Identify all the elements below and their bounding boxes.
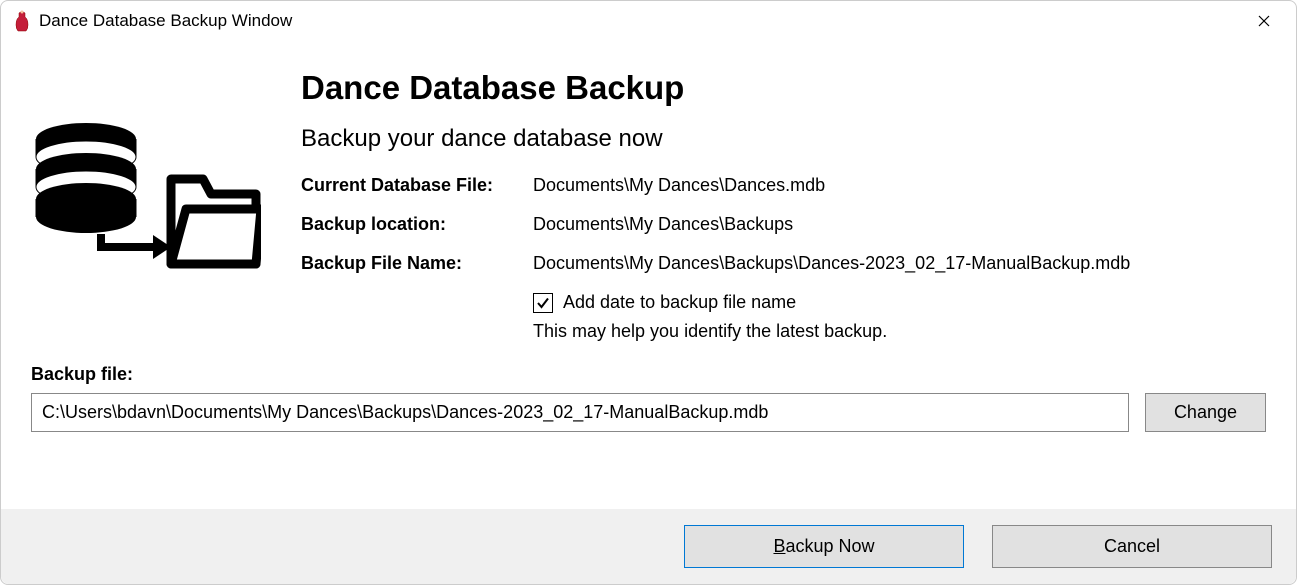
page-title: Dance Database Backup <box>301 69 1266 107</box>
backup-filename-row: Backup File Name: Documents\My Dances\Ba… <box>301 253 1266 274</box>
info-column: Dance Database Backup Backup your dance … <box>301 69 1266 342</box>
dialog-window: Dance Database Backup Window <box>0 0 1297 585</box>
add-date-checkbox[interactable] <box>533 293 553 313</box>
backup-now-rest: ackup Now <box>785 536 874 556</box>
cancel-button[interactable]: Cancel <box>992 525 1272 568</box>
add-date-checkbox-label: Add date to backup file name <box>563 292 796 313</box>
button-bar: Backup Now Cancel <box>1 509 1296 584</box>
backup-location-value: Documents\My Dances\Backups <box>533 214 1266 235</box>
backup-file-section: Backup file: Change <box>1 352 1296 438</box>
titlebar-left: Dance Database Backup Window <box>13 9 292 33</box>
current-db-label: Current Database File: <box>301 175 533 196</box>
current-db-value: Documents\My Dances\Dances.mdb <box>533 175 1266 196</box>
add-date-checkbox-row: Add date to backup file name <box>533 292 1266 313</box>
backup-file-input[interactable] <box>31 393 1129 432</box>
page-subtitle: Backup your dance database now <box>301 125 1266 153</box>
backup-filename-label: Backup File Name: <box>301 253 533 274</box>
close-icon <box>1258 15 1270 27</box>
titlebar: Dance Database Backup Window <box>1 1 1296 39</box>
backup-filename-value: Documents\My Dances\Backups\Dances-2023_… <box>533 253 1266 274</box>
backup-location-row: Backup location: Documents\My Dances\Bac… <box>301 214 1266 235</box>
backup-now-button[interactable]: Backup Now <box>684 525 964 568</box>
file-input-row: Change <box>31 393 1266 432</box>
backup-now-accelerator: B <box>773 536 785 556</box>
backup-file-label: Backup file: <box>31 364 1266 385</box>
backup-location-label: Backup location: <box>301 214 533 235</box>
window-title: Dance Database Backup Window <box>39 11 292 31</box>
app-icon <box>13 9 31 33</box>
add-date-hint: This may help you identify the latest ba… <box>533 321 1266 342</box>
main-area: Dance Database Backup Backup your dance … <box>1 39 1296 352</box>
database-folder-icon <box>31 119 261 299</box>
close-button[interactable] <box>1244 6 1284 36</box>
icon-column <box>31 69 271 342</box>
checkmark-icon <box>536 296 550 310</box>
content-area: Dance Database Backup Backup your dance … <box>1 39 1296 584</box>
change-button[interactable]: Change <box>1145 393 1266 432</box>
current-db-row: Current Database File: Documents\My Danc… <box>301 175 1266 196</box>
